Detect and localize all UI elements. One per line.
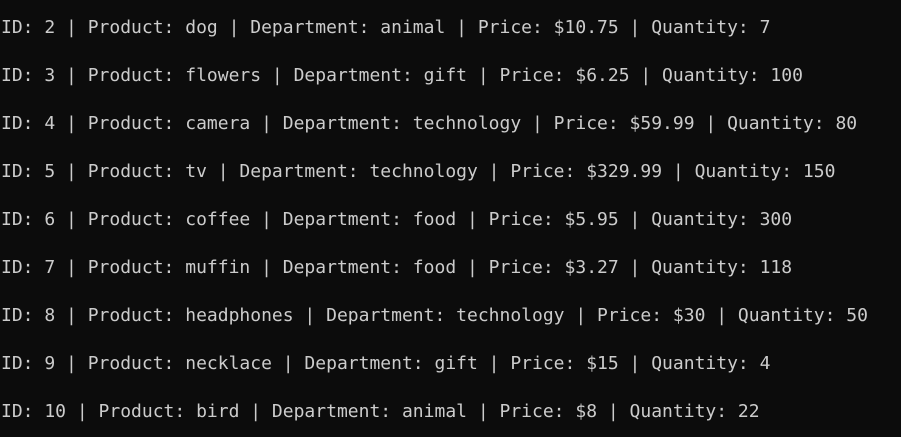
output-line-id-4: ID: 4 | Product: camera | Department: te… <box>1 113 858 134</box>
output-line-id-5: ID: 5 | Product: tv | Department: techno… <box>1 161 836 182</box>
output-line-id-2: ID: 2 | Product: dog | Department: anima… <box>1 17 771 38</box>
output-line-id-8: ID: 8 | Product: headphones | Department… <box>1 305 868 326</box>
output-line-id-9: ID: 9 | Product: necklace | Department: … <box>1 353 771 374</box>
output-line-id-10: ID: 10 | Product: bird | Department: ani… <box>1 401 760 422</box>
output-line-id-6: ID: 6 | Product: coffee | Department: fo… <box>1 209 793 230</box>
output-line-id-3: ID: 3 | Product: flowers | Department: g… <box>1 65 803 86</box>
output-line-id-7: ID: 7 | Product: muffin | Department: fo… <box>1 257 793 278</box>
terminal-output[interactable]: ID: 2 | Product: dog | Department: anima… <box>0 0 901 437</box>
